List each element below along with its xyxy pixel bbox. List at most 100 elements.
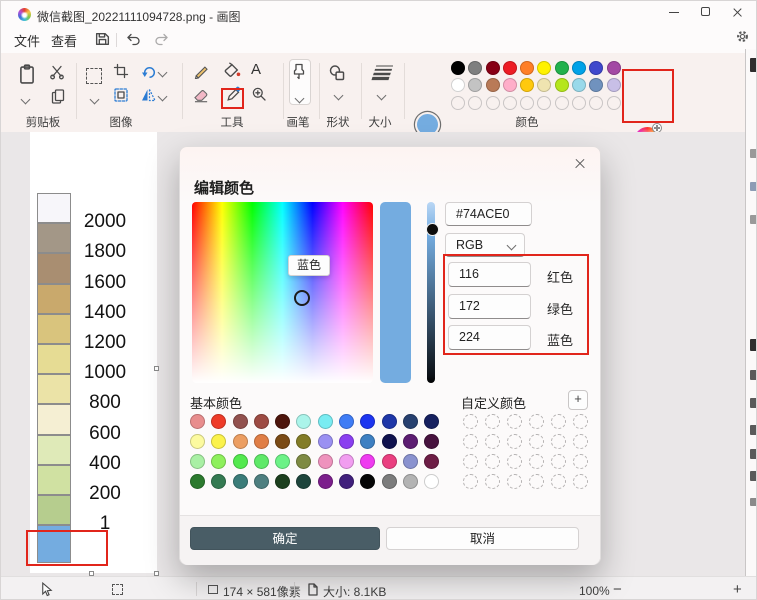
custom-color-slot[interactable] — [485, 474, 500, 489]
palette-color-swatch[interactable] — [537, 78, 552, 93]
settings-button[interactable] — [735, 29, 750, 49]
custom-color-slot[interactable] — [529, 414, 544, 429]
resize-handle-right[interactable] — [154, 366, 159, 371]
basic-color-swatch[interactable] — [232, 474, 248, 489]
basic-color-swatch[interactable] — [381, 474, 397, 489]
menu-view[interactable]: 查看 — [51, 31, 77, 50]
palette-color-swatch[interactable] — [468, 78, 483, 93]
basic-color-swatch[interactable] — [190, 474, 205, 489]
basic-color-swatch[interactable] — [339, 434, 355, 449]
palette-color-swatch[interactable] — [485, 61, 500, 75]
brushes-button[interactable] — [289, 59, 311, 105]
basic-color-swatch[interactable] — [381, 414, 397, 429]
custom-color-slot[interactable] — [485, 414, 500, 429]
basic-color-swatch[interactable] — [402, 454, 418, 469]
basic-color-swatch[interactable] — [275, 434, 291, 449]
palette-empty-slot[interactable] — [589, 96, 603, 110]
pencil-tool[interactable] — [193, 62, 210, 84]
shapes-button[interactable] — [328, 64, 346, 87]
custom-color-slot[interactable] — [463, 414, 478, 429]
basic-color-swatch[interactable] — [232, 434, 248, 449]
custom-color-slot[interactable] — [507, 454, 522, 469]
basic-color-swatch[interactable] — [381, 434, 397, 449]
shapes-dropdown-chevron[interactable] — [333, 90, 344, 101]
basic-color-swatch[interactable] — [253, 434, 269, 449]
palette-color-swatch[interactable] — [589, 78, 604, 93]
basic-color-swatch[interactable] — [360, 434, 376, 449]
rotate-dropdown-chevron[interactable] — [157, 67, 168, 78]
palette-color-swatch[interactable] — [520, 61, 535, 75]
custom-color-slot[interactable] — [573, 434, 588, 449]
basic-color-swatch[interactable] — [232, 454, 248, 469]
basic-color-swatch[interactable] — [317, 414, 333, 429]
flip-button[interactable] — [140, 87, 157, 108]
undo-button[interactable] — [125, 30, 142, 52]
basic-color-swatch[interactable] — [317, 434, 333, 449]
basic-color-swatch[interactable] — [317, 454, 333, 469]
text-tool[interactable]: A — [251, 61, 261, 78]
basic-color-swatch[interactable] — [339, 414, 355, 429]
palette-empty-slot[interactable] — [555, 96, 569, 110]
custom-color-slot[interactable] — [529, 454, 544, 469]
palette-empty-slot[interactable] — [503, 96, 517, 110]
palette-empty-slot[interactable] — [486, 96, 500, 110]
canvas[interactable]: 2000 1800 1600 1400 1200 1000 800 600 400 200 1 — [30, 132, 157, 573]
basic-color-swatch[interactable] — [211, 474, 227, 489]
cancel-button[interactable]: 取消 — [386, 527, 579, 550]
minimize-button[interactable] — [661, 1, 687, 23]
basic-color-swatch[interactable] — [296, 414, 312, 429]
palette-color-swatch[interactable] — [468, 61, 483, 75]
custom-color-slot[interactable] — [529, 434, 544, 449]
basic-color-swatch[interactable] — [211, 454, 227, 469]
palette-color-swatch[interactable] — [572, 78, 587, 93]
basic-color-swatch[interactable] — [190, 414, 205, 429]
palette-empty-slot[interactable] — [451, 96, 465, 110]
rotate-button[interactable] — [140, 63, 157, 84]
custom-color-slot[interactable] — [573, 454, 588, 469]
menu-file[interactable]: 文件 — [14, 31, 40, 50]
basic-color-swatch[interactable] — [211, 434, 227, 449]
custom-color-slot[interactable] — [551, 474, 566, 489]
basic-color-swatch[interactable] — [275, 454, 291, 469]
paste-dropdown-chevron[interactable] — [20, 94, 31, 105]
basic-color-swatch[interactable] — [381, 454, 397, 469]
palette-empty-slot[interactable] — [520, 96, 534, 110]
basic-color-swatch[interactable] — [424, 454, 440, 469]
palette-color-swatch[interactable] — [606, 61, 621, 75]
maximize-button[interactable] — [693, 1, 719, 23]
basic-color-swatch[interactable] — [402, 434, 418, 449]
palette-color-swatch[interactable] — [537, 61, 552, 75]
custom-color-slot[interactable] — [573, 474, 588, 489]
custom-color-slot[interactable] — [485, 434, 500, 449]
basic-color-swatch[interactable] — [190, 434, 205, 449]
resize-button[interactable] — [113, 87, 129, 108]
magnifier-tool[interactable] — [251, 86, 267, 107]
palette-color-swatch[interactable] — [451, 61, 465, 75]
cut-button[interactable] — [49, 64, 65, 85]
ok-button[interactable]: 确定 — [190, 527, 380, 550]
custom-color-slot[interactable] — [463, 454, 478, 469]
custom-color-slot[interactable] — [507, 414, 522, 429]
fill-tool[interactable] — [223, 62, 241, 84]
basic-color-swatch[interactable] — [275, 414, 291, 429]
copy-button[interactable] — [50, 88, 66, 110]
custom-color-slot[interactable] — [507, 434, 522, 449]
select-dropdown-chevron[interactable] — [89, 94, 100, 105]
dialog-close-button[interactable] — [572, 156, 588, 172]
size-button[interactable] — [370, 63, 394, 86]
basic-color-swatch[interactable] — [402, 414, 418, 429]
palette-color-swatch[interactable] — [502, 61, 517, 75]
basic-color-swatch[interactable] — [339, 454, 355, 469]
basic-color-swatch[interactable] — [232, 414, 248, 429]
basic-color-swatch[interactable] — [424, 414, 440, 429]
basic-color-swatch[interactable] — [424, 474, 440, 489]
basic-color-swatch[interactable] — [190, 454, 205, 469]
custom-color-slot[interactable] — [529, 474, 544, 489]
basic-color-swatch[interactable] — [360, 454, 376, 469]
redo-button[interactable] — [153, 30, 170, 52]
basic-color-swatch[interactable] — [424, 434, 440, 449]
save-button[interactable] — [94, 30, 111, 52]
palette-color-swatch[interactable] — [606, 78, 621, 93]
custom-color-slot[interactable] — [551, 434, 566, 449]
custom-color-slot[interactable] — [573, 414, 588, 429]
